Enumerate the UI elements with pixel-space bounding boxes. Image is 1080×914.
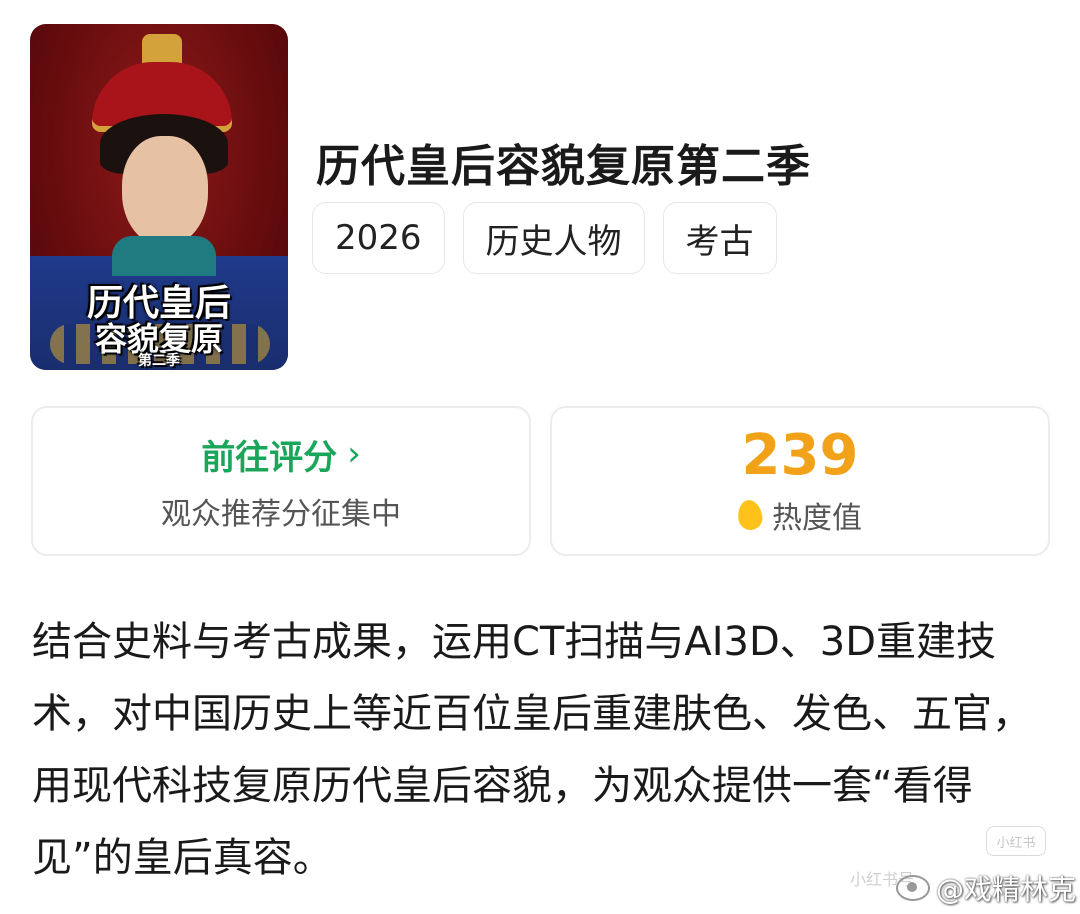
- collar-graphic: [112, 236, 216, 276]
- rate-button[interactable]: 前往评分 ›: [201, 430, 361, 479]
- tag-category[interactable]: 考古: [662, 202, 777, 274]
- flame-icon: [736, 498, 764, 532]
- rating-card[interactable]: 前往评分 › 观众推荐分征集中: [31, 406, 531, 556]
- poster-image[interactable]: 历代皇后 容貌复原 第二季: [30, 24, 288, 370]
- tag-genre[interactable]: 历史人物: [462, 202, 645, 274]
- show-description: 结合史料与考古成果，运用CT扫描与AI3D、3D重建技术，对中国历史上等近百位皇…: [32, 619, 1032, 881]
- weibo-handle: @戏精林克: [936, 873, 1077, 906]
- chevron-right-icon: ›: [347, 434, 361, 474]
- watermark-badge: 小红书: [986, 826, 1046, 856]
- poster-title-season: 第二季: [138, 353, 180, 369]
- weibo-logo-icon: [896, 875, 930, 901]
- rating-subtext: 观众推荐分征集中: [161, 496, 401, 532]
- rate-label: 前往评分: [201, 437, 338, 478]
- face-graphic: [122, 136, 208, 246]
- heat-label: 热度值: [772, 500, 862, 536]
- watermark-weibo: @戏精林克: [896, 868, 1076, 908]
- tag-year[interactable]: 2026: [312, 202, 445, 274]
- heat-value: 239: [741, 423, 859, 489]
- show-title: 历代皇后容貌复原第二季: [316, 141, 811, 192]
- heat-card: 239 热度值: [550, 406, 1050, 556]
- tag-list: 2026 历史人物 考古: [312, 202, 777, 274]
